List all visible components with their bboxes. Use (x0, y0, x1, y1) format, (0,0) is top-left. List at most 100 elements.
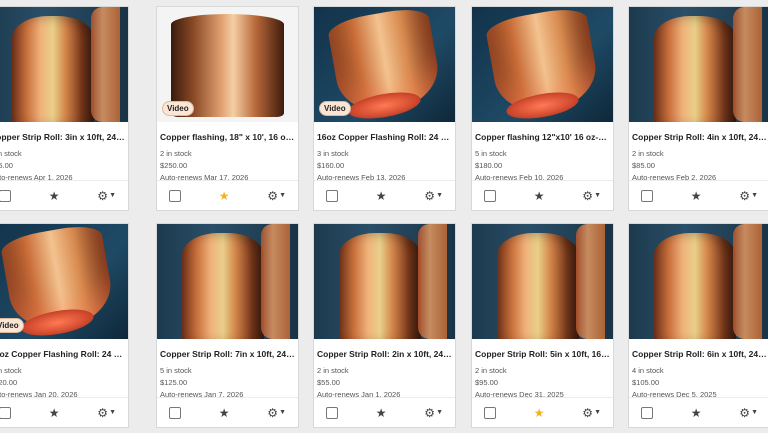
listing-stock: 2 in stock (632, 149, 664, 158)
caret-down-icon: ▼ (279, 192, 286, 199)
star-icon[interactable]: ★ (691, 190, 702, 202)
listing-image[interactable]: Video (0, 224, 128, 339)
listing-actions: ★ ⚙ ▼ (157, 180, 298, 210)
listing-image[interactable] (0, 7, 128, 122)
gear-icon[interactable]: ⚙ ▼ (582, 406, 601, 420)
listing-card[interactable]: Copper Strip Roll: 5in x 10ft, 16oz... 2… (471, 223, 614, 428)
gear-icon[interactable]: ⚙ ▼ (424, 406, 443, 420)
gear-icon[interactable]: ⚙ ▼ (424, 189, 443, 203)
gear-icon[interactable]: ⚙ ▼ (582, 189, 601, 203)
listing-price: $85.00 (632, 161, 655, 170)
listing-card[interactable]: Copper flashing 12"x10' 16 oz-24 ... 5 i… (471, 6, 614, 211)
listing-title[interactable]: Copper Strip Roll: 4in x 10ft, 24 G... (632, 132, 767, 142)
listing-actions: ★ ⚙ ▼ (0, 397, 128, 427)
listing-title[interactable]: 16oz Copper Flashing Roll: 24 Ga... (317, 132, 452, 142)
listing-grid: Copper Strip Roll: 3in x 10ft, 24 Ga... … (0, 0, 768, 433)
listing-title[interactable]: Copper Strip Roll: 3in x 10ft, 24 Ga... (0, 132, 125, 142)
listing-stock: 5 in stock (0, 366, 22, 375)
star-icon[interactable]: ★ (534, 407, 545, 419)
select-checkbox[interactable] (169, 189, 181, 202)
listing-card[interactable]: Copper Strip Roll: 7in x 10ft, 24 G... 5… (156, 223, 299, 428)
select-checkbox[interactable] (326, 406, 338, 419)
listing-image[interactable] (472, 224, 613, 339)
caret-down-icon: ▼ (436, 192, 443, 199)
listing-stock: 2 in stock (160, 149, 192, 158)
listing-price: $125.00 (160, 378, 188, 387)
listing-price: $95.00 (475, 378, 498, 387)
caret-down-icon: ▼ (751, 192, 758, 199)
listing-image[interactable] (472, 7, 613, 122)
listing-actions: ★ ⚙ ▼ (0, 180, 128, 210)
listing-image[interactable] (157, 224, 298, 339)
star-icon[interactable]: ★ (219, 190, 230, 202)
gear-icon[interactable]: ⚙ ▼ (97, 406, 116, 420)
select-checkbox[interactable] (169, 406, 181, 419)
star-icon[interactable]: ★ (534, 190, 545, 202)
product-photo-detail (261, 224, 290, 339)
star-icon[interactable]: ★ (49, 190, 60, 202)
listing-price: $160.00 (317, 161, 345, 170)
video-badge: Video (319, 101, 351, 116)
listing-card[interactable]: Copper Strip Roll: 3in x 10ft, 24 Ga... … (0, 6, 129, 211)
listing-actions: ★ ⚙ ▼ (157, 397, 298, 427)
video-badge: Video (162, 101, 194, 116)
listing-stock: 4 in stock (632, 366, 664, 375)
listing-stock: 5 in stock (160, 366, 192, 375)
listing-title[interactable]: Copper Strip Roll: 5in x 10ft, 16oz... (475, 349, 610, 359)
gear-icon[interactable]: ⚙ ▼ (739, 189, 758, 203)
star-icon[interactable]: ★ (219, 407, 230, 419)
listing-image[interactable] (629, 7, 768, 122)
select-checkbox[interactable] (0, 406, 11, 419)
listing-image[interactable] (629, 224, 768, 339)
gear-icon[interactable]: ⚙ ▼ (739, 406, 758, 420)
listing-title[interactable]: Copper Strip Roll: 2in x 10ft, 24 G... (317, 349, 452, 359)
product-photo (12, 16, 95, 122)
star-icon[interactable]: ★ (49, 407, 60, 419)
product-photo-detail (733, 224, 762, 339)
listing-image[interactable]: Video (157, 7, 298, 122)
listing-price: $250.00 (160, 161, 188, 170)
select-checkbox[interactable] (326, 189, 338, 202)
caret-down-icon: ▼ (751, 409, 758, 416)
listing-image[interactable]: Video (314, 7, 455, 122)
video-badge: Video (0, 318, 24, 333)
listing-stock: 2 in stock (317, 366, 349, 375)
listing-actions: ★ ⚙ ▼ (314, 180, 455, 210)
select-checkbox[interactable] (641, 189, 653, 202)
listing-image[interactable] (314, 224, 455, 339)
listing-card[interactable]: Copper Strip Roll: 4in x 10ft, 24 G... 2… (628, 6, 768, 211)
listing-title[interactable]: Copper flashing 12"x10' 16 oz-24 ... (475, 132, 610, 142)
listing-title[interactable]: Copper Strip Roll: 6in x 10ft, 24 G... (632, 349, 767, 359)
listing-title[interactable]: 16oz Copper Flashing Roll: 24 Ga... (0, 349, 125, 359)
listing-card[interactable]: Copper Strip Roll: 2in x 10ft, 24 G... 2… (313, 223, 456, 428)
listing-actions: ★ ⚙ ▼ (472, 397, 613, 427)
select-checkbox[interactable] (484, 189, 496, 202)
listing-card[interactable]: Video Copper flashing, 18" x 10', 16 oz … (156, 6, 299, 211)
product-photo (339, 233, 422, 339)
listing-price: $105.00 (632, 378, 660, 387)
star-icon[interactable]: ★ (376, 407, 387, 419)
select-checkbox[interactable] (641, 406, 653, 419)
listing-stock: 2 in stock (0, 149, 22, 158)
listing-title[interactable]: Copper flashing, 18" x 10', 16 oz 2... (160, 132, 295, 142)
gear-icon[interactable]: ⚙ ▼ (267, 406, 286, 420)
select-checkbox[interactable] (484, 406, 496, 419)
caret-down-icon: ▼ (109, 409, 116, 416)
listing-actions: ★ ⚙ ▼ (472, 180, 613, 210)
listing-actions: ★ ⚙ ▼ (629, 180, 768, 210)
product-photo-detail (576, 224, 605, 339)
select-checkbox[interactable] (0, 189, 11, 202)
caret-down-icon: ▼ (436, 409, 443, 416)
star-icon[interactable]: ★ (376, 190, 387, 202)
listing-price: $220.00 (0, 378, 18, 387)
product-photo (497, 233, 580, 339)
listing-card[interactable]: Copper Strip Roll: 6in x 10ft, 24 G... 4… (628, 223, 768, 428)
listing-price: $65.00 (0, 161, 13, 170)
gear-icon[interactable]: ⚙ ▼ (267, 189, 286, 203)
gear-icon[interactable]: ⚙ ▼ (97, 189, 116, 203)
star-icon[interactable]: ★ (691, 407, 702, 419)
listing-card[interactable]: Video 16oz Copper Flashing Roll: 24 Ga..… (313, 6, 456, 211)
listing-card[interactable]: Video 16oz Copper Flashing Roll: 24 Ga..… (0, 223, 129, 428)
listing-title[interactable]: Copper Strip Roll: 7in x 10ft, 24 G... (160, 349, 295, 359)
listing-stock: 3 in stock (317, 149, 349, 158)
